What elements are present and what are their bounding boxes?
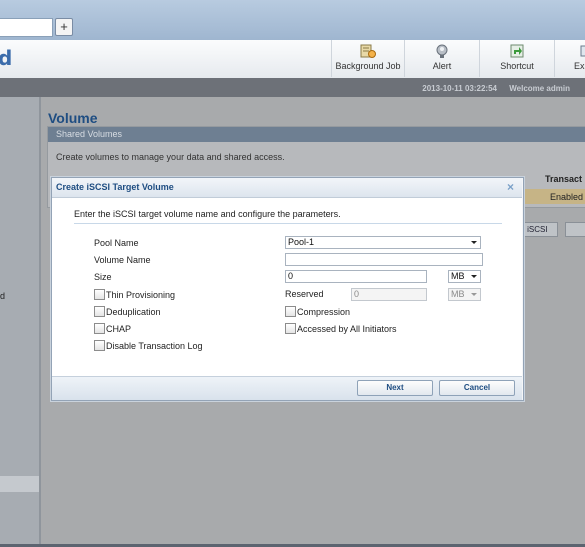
reserved-input[interactable]: 0	[351, 288, 427, 301]
size-input[interactable]: 0	[285, 270, 427, 283]
background-job-label: Background Job	[335, 61, 401, 71]
panel-description: Create volumes to manage your data and s…	[56, 152, 285, 162]
welcome-text: Welcome admin	[509, 84, 570, 93]
chevron-down-icon	[471, 241, 477, 244]
close-icon[interactable]: ×	[507, 180, 514, 194]
export-icon	[579, 43, 585, 59]
logo: d	[0, 46, 13, 70]
reserved-unit-select[interactable]: MB	[448, 288, 481, 301]
accessed-by-all-label: Accessed by All Initiators	[297, 324, 397, 334]
export-button[interactable]: Exp	[554, 40, 585, 77]
alert-icon	[434, 43, 450, 59]
alert-button[interactable]: Alert	[404, 40, 479, 77]
thin-provisioning-checkbox[interactable]	[94, 289, 105, 300]
size-unit-select[interactable]: MB	[448, 270, 481, 283]
shortcut-label: Shortcut	[500, 61, 534, 71]
shortcut-icon	[509, 43, 525, 59]
status-bar: 2013-10-11 03:22:54 Welcome admin	[0, 78, 585, 97]
chap-label: CHAP	[106, 324, 132, 334]
panel-header	[48, 127, 585, 142]
page-title: Volume	[48, 110, 98, 126]
disable-transaction-log-checkbox[interactable]	[94, 340, 105, 351]
sidebar-item-label: d	[0, 291, 6, 301]
size-unit-value: MB	[451, 271, 465, 281]
volume-name-label: Volume Name	[94, 255, 151, 265]
background-job-button[interactable]: Background Job	[331, 40, 404, 77]
deduplication-checkbox[interactable]	[94, 306, 105, 317]
column-header-transaction[interactable]: Transact	[545, 174, 582, 184]
pool-name-value: Pool-1	[288, 237, 315, 247]
new-tab-button[interactable]: +	[55, 18, 73, 36]
thin-provisioning-label: Thin Provisioning	[106, 290, 176, 300]
size-label: Size	[94, 272, 112, 282]
pool-name-select[interactable]: Pool-1	[285, 236, 481, 249]
alert-label: Alert	[432, 61, 452, 71]
browser-toolbar	[0, 0, 585, 40]
accessed-by-all-checkbox[interactable]	[285, 323, 296, 334]
shortcut-button[interactable]: Shortcut	[479, 40, 554, 77]
compression-checkbox[interactable]	[285, 306, 296, 317]
chevron-down-icon	[471, 293, 477, 296]
reserved-label: Reserved	[285, 289, 324, 299]
status-datetime: 2013-10-11 03:22:54	[422, 84, 497, 93]
toolbar-button[interactable]	[565, 222, 585, 237]
reserved-unit-value: MB	[451, 289, 465, 299]
sidebar-item[interactable]	[0, 476, 39, 492]
chevron-down-icon	[471, 275, 477, 278]
compression-label: Compression	[297, 307, 351, 317]
next-button[interactable]: Next	[357, 380, 433, 396]
volume-name-input[interactable]	[285, 253, 483, 266]
divider	[74, 223, 502, 224]
dialog-title: Create iSCSI Target Volume	[56, 182, 174, 192]
panel-title: Shared Volumes	[56, 129, 123, 139]
browser-tab[interactable]	[0, 18, 53, 37]
deduplication-label: Deduplication	[106, 307, 161, 317]
cancel-button[interactable]: Cancel	[439, 380, 515, 396]
status-cell: Enabled	[550, 192, 584, 202]
export-label: Exp	[574, 61, 585, 71]
dialog-intro: Enter the iSCSI target volume name and c…	[74, 209, 341, 219]
pool-name-label: Pool Name	[94, 238, 139, 248]
chap-checkbox[interactable]	[94, 323, 105, 334]
disable-transaction-log-label: Disable Transaction Log	[106, 341, 203, 351]
background-job-icon	[360, 43, 376, 59]
